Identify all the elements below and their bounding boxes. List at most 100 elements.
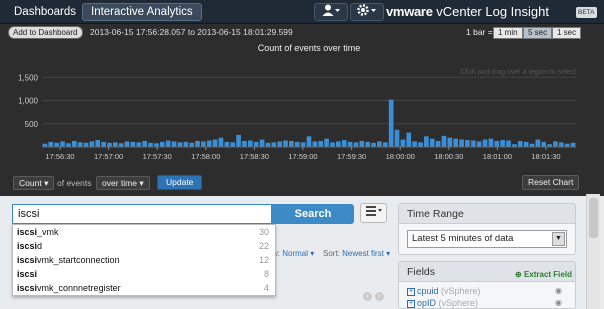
chart-bar	[230, 142, 236, 147]
search-input[interactable]: iscsi	[12, 204, 272, 224]
suggestion-count: 12	[258, 255, 269, 265]
chart-bar	[517, 140, 523, 147]
chart-panel: Add to Dashboard 2013-06-15 17:56:28.057…	[0, 24, 604, 194]
tab-dashboards[interactable]: Dashboards	[6, 3, 84, 21]
x-tick-label: 18:00:00	[386, 152, 415, 161]
chart-bar	[83, 142, 89, 147]
autocomplete-item[interactable]: iscsi 8	[13, 268, 275, 281]
chart-bar	[101, 141, 106, 147]
suggestion-count: 8	[263, 269, 269, 279]
chart-bar	[318, 140, 324, 147]
autocomplete-item[interactable]: iscsi_vmk 30	[13, 226, 275, 239]
chevron-down-icon: ▾	[308, 249, 315, 258]
chart-bar	[494, 140, 500, 147]
chart-controls-bar: Count ▾ of events over time ▾ Update Res…	[0, 170, 604, 196]
chart-bar	[553, 141, 558, 147]
field-item-cpuid[interactable]: + cpuid (vSphere)	[407, 286, 481, 296]
suggestion-count: 30	[258, 227, 269, 237]
chart-bar	[465, 140, 470, 147]
chart-bar	[570, 142, 576, 147]
autocomplete-item[interactable]: iscsivmk_startconnection 12	[13, 254, 275, 267]
chart-bar	[89, 141, 95, 147]
chart-bar	[259, 139, 265, 147]
user-menu-button[interactable]	[314, 3, 348, 21]
autocomplete-item[interactable]: iscsid 22	[13, 240, 275, 253]
sort-label: Sort:	[323, 249, 340, 258]
date-range-label: 2013-06-15 17:56:28.057 to 2013-06-15 18…	[90, 27, 293, 37]
x-tick-label: 18:00:30	[434, 152, 463, 161]
chart-bar	[312, 141, 318, 147]
chart-bar	[365, 141, 371, 147]
chart-bar	[253, 141, 259, 147]
chart-bar	[476, 141, 482, 147]
chart-bar	[54, 142, 60, 147]
chart-bar	[435, 140, 441, 147]
sort-control[interactable]: Sort: Newest first ▾	[323, 249, 390, 258]
chart-bar	[523, 141, 529, 147]
x-tick-label: 17:56:30	[45, 152, 74, 161]
fields-title: Fields ⊕ Extract Field	[399, 262, 575, 282]
chart-bar	[247, 140, 253, 147]
settings-menu-button[interactable]	[350, 3, 384, 21]
chart-bar	[424, 136, 429, 147]
update-button[interactable]: Update	[157, 175, 203, 190]
chart-bar	[371, 142, 376, 147]
search-button[interactable]: Search	[272, 204, 354, 224]
chart-bar	[113, 142, 118, 147]
chart-bar	[418, 142, 423, 147]
chart-bar	[271, 142, 277, 147]
field-item-opid[interactable]: + opID (vSphere)	[407, 298, 478, 308]
eye-icon[interactable]: ◉	[555, 298, 562, 307]
scroll-left-icon[interactable]: ‹	[363, 292, 372, 301]
view-mode-control[interactable]: w: Normal ▾	[272, 249, 314, 258]
chart-bar	[283, 140, 288, 147]
chart-bar	[66, 143, 71, 147]
view-mode-value: Normal	[282, 249, 309, 258]
search-options-button[interactable]	[360, 203, 387, 223]
tab-interactive-analytics[interactable]: Interactive Analytics	[82, 3, 202, 21]
suggestion-match: iscsi	[17, 269, 38, 279]
product-brand: vmware vCenter Log Insight	[386, 3, 549, 21]
suggestion-match: iscsi	[17, 283, 38, 293]
extract-field-button[interactable]: ⊕ Extract Field	[515, 265, 572, 285]
time-range-select[interactable]: Latest 5 minutes of data ▼	[407, 230, 567, 248]
chart-bar	[242, 140, 247, 147]
time-range-value: Latest 5 minutes of data	[412, 233, 514, 244]
page-scrollbar[interactable]	[586, 194, 600, 309]
chevron-down-icon: ▼	[552, 232, 565, 246]
eye-icon[interactable]: ◉	[555, 286, 562, 295]
chart-bar	[506, 140, 511, 147]
events-over-time-chart[interactable]: Count of events over time Click and drag …	[0, 38, 604, 178]
reset-chart-button[interactable]: Reset Chart	[522, 175, 580, 190]
scrollbar-thumb[interactable]	[589, 198, 598, 238]
fields-title-text: Fields	[407, 266, 436, 278]
chart-bar	[294, 141, 300, 147]
scroll-right-icon[interactable]: ›	[375, 292, 384, 301]
metric-select[interactable]: Count ▾	[13, 176, 55, 190]
chevron-down-icon: ▾	[383, 249, 391, 258]
time-range-panel: Time Range Latest 5 minutes of data ▼	[398, 203, 576, 255]
chart-bar	[183, 141, 189, 147]
chart-hint: Click and drag over a region to select	[460, 69, 576, 76]
chart-bar	[236, 134, 241, 147]
chart-bar	[406, 132, 412, 147]
expand-plus-icon: +	[407, 299, 415, 308]
suggestion-rest: vmk_connnetregister	[37, 283, 121, 293]
x-tick-label: 17:59:00	[288, 152, 317, 161]
chart-bar	[142, 140, 148, 147]
x-tick-label: 17:59:30	[337, 152, 366, 161]
chart-bar	[148, 142, 153, 147]
chart-bar	[353, 142, 359, 147]
sort-value: Newest first	[342, 249, 384, 258]
x-tick-label: 18:01:00	[483, 152, 512, 161]
suggestion-match: iscsi	[17, 255, 38, 265]
autocomplete-item[interactable]: iscsivmk_connnetregister 4	[13, 282, 275, 295]
chart-bar	[558, 142, 564, 147]
chart-bar	[154, 143, 159, 147]
gear-icon	[357, 4, 376, 16]
field-name: opID	[417, 298, 437, 308]
chart-bar	[429, 138, 435, 147]
grouping-select[interactable]: over time ▾	[96, 176, 150, 190]
chart-bar	[488, 138, 494, 147]
grouping-select-value: over time	[102, 178, 137, 188]
